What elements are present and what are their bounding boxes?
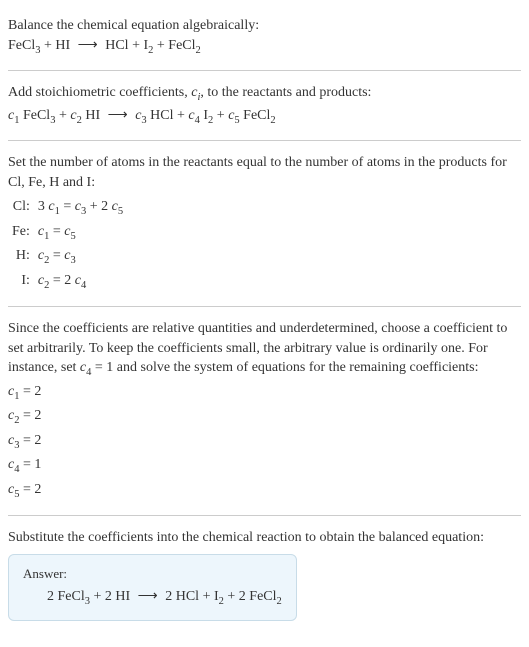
sp1: FeCl <box>19 108 50 123</box>
unbalanced-equation: FeCl3 + HI ⟶ HCl + I2 + FeCl2 <box>8 36 521 58</box>
coef-v: = 2 <box>19 384 41 399</box>
arrow-icon: ⟶ <box>104 108 132 123</box>
eq-sign: = <box>60 199 75 214</box>
r-s1: 3 <box>70 255 75 266</box>
choose-text: Since the coefficients are relative quan… <box>8 319 521 381</box>
reactant-1: FeCl <box>8 38 35 53</box>
r-s1: 5 <box>70 231 75 242</box>
c3: c <box>132 108 142 123</box>
element-label: Cl: <box>8 196 34 220</box>
choose-section: Since the coefficients are relative quan… <box>8 311 521 511</box>
divider <box>8 140 521 141</box>
element-eq: 3 c1 = c3 + 2 c5 <box>34 196 127 220</box>
plus-b: + <box>213 108 228 123</box>
coef-row: c3 = 2 <box>8 430 521 454</box>
ans-a: 2 FeCl <box>47 589 85 604</box>
table-row: I: c2 = 2 c4 <box>8 270 127 294</box>
coef-v: = 2 <box>19 408 41 423</box>
divider <box>8 515 521 516</box>
coef-row: c1 = 2 <box>8 381 521 405</box>
product-1: HCl + I <box>102 38 148 53</box>
stoich-equation: c1 FeCl3 + c2 HI ⟶ c3 HCl + c4 I2 + c5 F… <box>8 106 521 128</box>
product-2-sub: 2 <box>196 44 201 55</box>
choose-text-b: = 1 and solve the system of equations fo… <box>91 360 478 375</box>
ans-d: + 2 FeCl <box>224 589 277 604</box>
arrow-icon: ⟶ <box>74 38 102 53</box>
balanced-equation: 2 FeCl3 + 2 HI ⟶ 2 HCl + I2 + 2 FeCl2 <box>23 587 282 609</box>
sp2: HI <box>82 108 104 123</box>
product-2: + FeCl <box>153 38 195 53</box>
sp5-sub: 2 <box>270 114 275 125</box>
element-eq: c2 = c3 <box>34 245 127 269</box>
eq-sign: = <box>49 224 64 239</box>
arrow-icon: ⟶ <box>134 589 162 604</box>
eq-sign: = <box>49 248 64 263</box>
atoms-section: Set the number of atoms in the reactants… <box>8 145 521 302</box>
r-s1: 4 <box>81 279 86 290</box>
intro-section: Balance the chemical equation algebraica… <box>8 8 521 66</box>
eq-sign: = 2 <box>49 273 74 288</box>
element-label: H: <box>8 245 34 269</box>
divider <box>8 70 521 71</box>
intro-text: Balance the chemical equation algebraica… <box>8 16 521 36</box>
stoich-section: Add stoichiometric coefficients, ci, to … <box>8 75 521 136</box>
plus-a: + <box>55 108 70 123</box>
element-label: Fe: <box>8 221 34 245</box>
element-label: I: <box>8 270 34 294</box>
table-row: Fe: c1 = c5 <box>8 221 127 245</box>
sp5: FeCl <box>240 108 271 123</box>
atoms-text: Set the number of atoms in the reactants… <box>8 153 521 192</box>
answer-label: Answer: <box>23 565 282 583</box>
plus-hi: + HI <box>40 38 73 53</box>
final-text: Substitute the coefficients into the che… <box>8 528 521 548</box>
element-eq: c2 = 2 c4 <box>34 270 127 294</box>
sp4: I <box>200 108 208 123</box>
coef-row: c2 = 2 <box>8 405 521 429</box>
coef-row: c5 = 2 <box>8 479 521 503</box>
stoich-text: Add stoichiometric coefficients, ci, to … <box>8 83 521 105</box>
coef-v: = 1 <box>19 457 41 472</box>
element-eq: c1 = c5 <box>34 221 127 245</box>
answer-box: Answer: 2 FeCl3 + 2 HI ⟶ 2 HCl + I2 + 2 … <box>8 554 297 621</box>
coef-v: = 2 <box>19 433 41 448</box>
lhs-a: 3 <box>38 199 49 214</box>
final-section: Substitute the coefficients into the che… <box>8 520 521 628</box>
coefficient-list: c1 = 2 c2 = 2 c3 = 2 c4 = 1 c5 = 2 <box>8 381 521 503</box>
atom-equations-table: Cl: 3 c1 = c3 + 2 c5 Fe: c1 = c5 H: c2 =… <box>8 196 127 294</box>
r-s2: 5 <box>118 206 123 217</box>
ans-b: + 2 HI <box>90 589 134 604</box>
coef-row: c4 = 1 <box>8 454 521 478</box>
table-row: H: c2 = c3 <box>8 245 127 269</box>
table-row: Cl: 3 c1 = c3 + 2 c5 <box>8 196 127 220</box>
stoich-text-b: , to the reactants and products: <box>200 85 371 100</box>
stoich-text-a: Add stoichiometric coefficients, <box>8 85 191 100</box>
sp3: HCl + <box>147 108 189 123</box>
coef-v: = 2 <box>19 482 41 497</box>
ans-ds: 2 <box>277 596 282 607</box>
r-mid: + 2 <box>86 199 111 214</box>
divider <box>8 306 521 307</box>
ans-c: 2 HCl + I <box>162 589 219 604</box>
